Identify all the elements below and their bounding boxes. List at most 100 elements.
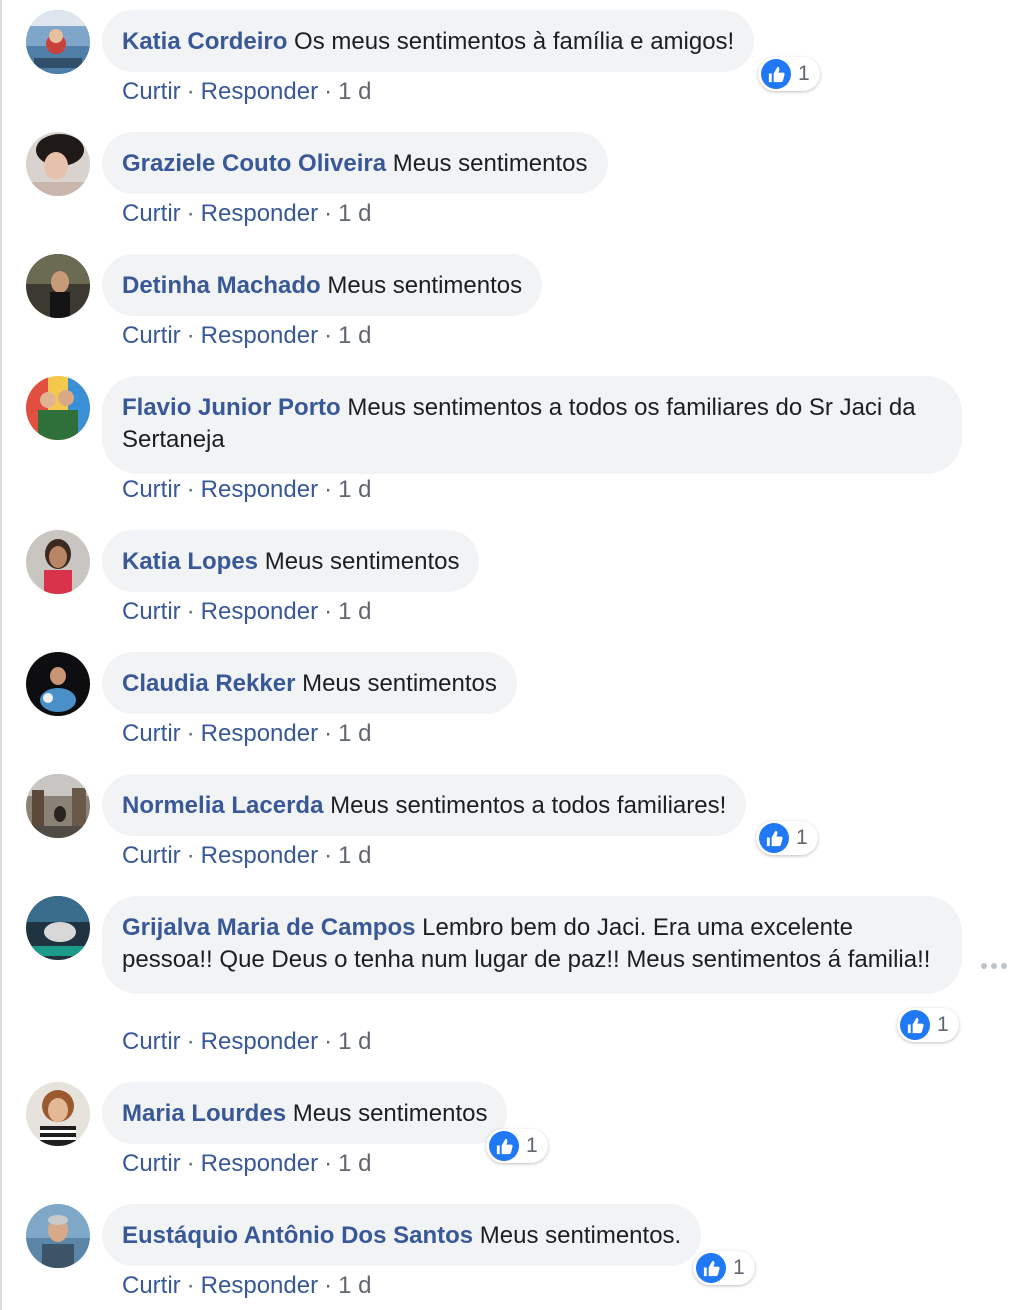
comment-author[interactable]: Maria Lourdes xyxy=(122,1100,286,1127)
timestamp[interactable]: 1 d xyxy=(338,720,371,747)
timestamp[interactable]: 1 d xyxy=(338,1272,371,1299)
separator: · xyxy=(186,1028,195,1055)
comment-bubble: Normelia Lacerda Meus sentimentos a todo… xyxy=(102,774,747,836)
avatar[interactable] xyxy=(26,10,90,74)
comment-author[interactable]: Graziele Couto Oliveira xyxy=(122,150,386,177)
like-link[interactable]: Curtir xyxy=(122,476,181,503)
separator: · xyxy=(324,78,333,105)
reaction-count[interactable]: 1 xyxy=(756,821,818,855)
comment-bubble: Grijalva Maria de Campos Lembro bem do J… xyxy=(102,896,962,994)
reaction-count[interactable]: 1 xyxy=(897,1008,959,1042)
like-link[interactable]: Curtir xyxy=(122,1028,181,1055)
separator: · xyxy=(324,842,333,869)
comment-actions: Curtir · Responder · 1 d xyxy=(122,476,371,504)
comment-text: Meus sentimentos xyxy=(392,150,588,177)
like-link[interactable]: Curtir xyxy=(122,78,181,105)
comment-actions: Curtir · Responder · 1 d xyxy=(122,720,371,748)
reaction-count[interactable]: 1 xyxy=(693,1251,755,1285)
like-link[interactable]: Curtir xyxy=(122,1150,181,1177)
timestamp[interactable]: 1 d xyxy=(338,322,371,349)
comment-author[interactable]: Normelia Lacerda xyxy=(122,792,323,819)
reply-link[interactable]: Responder xyxy=(201,1150,318,1177)
reaction-count-value: 1 xyxy=(733,1256,745,1279)
reply-link[interactable]: Responder xyxy=(201,598,318,625)
timestamp[interactable]: 1 d xyxy=(338,78,371,105)
separator: · xyxy=(186,720,195,747)
reply-link[interactable]: Responder xyxy=(201,200,318,227)
comment-bubble: Detinha Machado Meus sentimentos xyxy=(102,254,543,316)
comment-actions: Curtir · Responder · 1 d xyxy=(122,1272,371,1300)
comment-text: Meus sentimentos xyxy=(302,670,497,697)
separator: · xyxy=(186,598,195,625)
thumbs-up-icon xyxy=(696,1253,726,1283)
comment-bubble: Flavio Junior Porto Meus sentimentos a t… xyxy=(102,376,962,474)
timestamp[interactable]: 1 d xyxy=(338,842,371,869)
reaction-count-value: 1 xyxy=(798,62,810,85)
comment-bubble: Eustáquio Antônio Dos Santos Meus sentim… xyxy=(102,1204,702,1266)
reaction-count[interactable]: 1 xyxy=(486,1129,548,1163)
timestamp[interactable]: 1 d xyxy=(338,476,371,503)
reply-link[interactable]: Responder xyxy=(201,322,318,349)
avatar[interactable] xyxy=(26,1082,90,1146)
comment-author[interactable]: Claudia Rekker xyxy=(122,670,295,697)
more-dot xyxy=(991,963,997,969)
comment-bubble: Katia Lopes Meus sentimentos xyxy=(102,530,480,592)
comment-actions: Curtir · Responder · 1 d xyxy=(122,598,371,626)
separator: · xyxy=(324,1272,333,1299)
avatar[interactable] xyxy=(26,132,90,196)
timestamp[interactable]: 1 d xyxy=(338,200,371,227)
timestamp[interactable]: 1 d xyxy=(338,1028,371,1055)
like-link[interactable]: Curtir xyxy=(122,1272,181,1299)
avatar[interactable] xyxy=(26,530,90,594)
comment-author[interactable]: Katia Lopes xyxy=(122,548,258,575)
reply-link[interactable]: Responder xyxy=(201,476,318,503)
avatar[interactable] xyxy=(26,1204,90,1268)
comment-text: Meus sentimentos xyxy=(292,1100,488,1127)
reply-link[interactable]: Responder xyxy=(201,1272,318,1299)
avatar[interactable] xyxy=(26,652,90,716)
comment-text: Meus sentimentos xyxy=(264,548,460,575)
avatar[interactable] xyxy=(26,774,90,838)
more-dot xyxy=(981,963,987,969)
comment-actions: Curtir · Responder · 1 d xyxy=(122,1150,371,1178)
comment-author[interactable]: Eustáquio Antônio Dos Santos xyxy=(122,1222,473,1249)
like-link[interactable]: Curtir xyxy=(122,720,181,747)
separator: · xyxy=(324,720,333,747)
separator: · xyxy=(186,78,195,105)
reply-link[interactable]: Responder xyxy=(201,78,318,105)
separator: · xyxy=(186,476,195,503)
like-link[interactable]: Curtir xyxy=(122,322,181,349)
like-link[interactable]: Curtir xyxy=(122,598,181,625)
like-link[interactable]: Curtir xyxy=(122,842,181,869)
thumbs-up-icon xyxy=(900,1010,930,1040)
like-link[interactable]: Curtir xyxy=(122,200,181,227)
reply-link[interactable]: Responder xyxy=(201,720,318,747)
reply-link[interactable]: Responder xyxy=(201,1028,318,1055)
separator: · xyxy=(186,200,195,227)
thumbs-up-icon xyxy=(759,823,789,853)
reaction-count[interactable]: 1 xyxy=(758,57,820,91)
timestamp[interactable]: 1 d xyxy=(338,1150,371,1177)
avatar[interactable] xyxy=(26,896,90,960)
more-options-icon[interactable] xyxy=(981,962,1007,970)
avatar[interactable] xyxy=(26,376,90,440)
comment-bubble: Claudia Rekker Meus sentimentos xyxy=(102,652,517,714)
comment-actions: Curtir · Responder · 1 d xyxy=(122,78,371,106)
timestamp[interactable]: 1 d xyxy=(338,598,371,625)
separator: · xyxy=(324,1028,333,1055)
comment-actions: Curtir · Responder · 1 d xyxy=(122,200,371,228)
thumbs-up-icon xyxy=(489,1131,519,1161)
reaction-count-value: 1 xyxy=(796,826,808,849)
separator: · xyxy=(186,1150,195,1177)
comment-author[interactable]: Grijalva Maria de Campos xyxy=(122,914,415,941)
reply-link[interactable]: Responder xyxy=(201,842,318,869)
separator: · xyxy=(324,1150,333,1177)
separator: · xyxy=(186,322,195,349)
comment-author[interactable]: Flavio Junior Porto xyxy=(122,394,341,421)
comment-author[interactable]: Detinha Machado xyxy=(122,272,321,299)
comment-text: Meus sentimentos a todos familiares! xyxy=(330,792,727,819)
comment-bubble: Katia Cordeiro Os meus sentimentos à fam… xyxy=(102,10,755,72)
comment-author[interactable]: Katia Cordeiro xyxy=(122,28,287,55)
comment-actions: Curtir · Responder · 1 d xyxy=(122,322,371,350)
avatar[interactable] xyxy=(26,254,90,318)
